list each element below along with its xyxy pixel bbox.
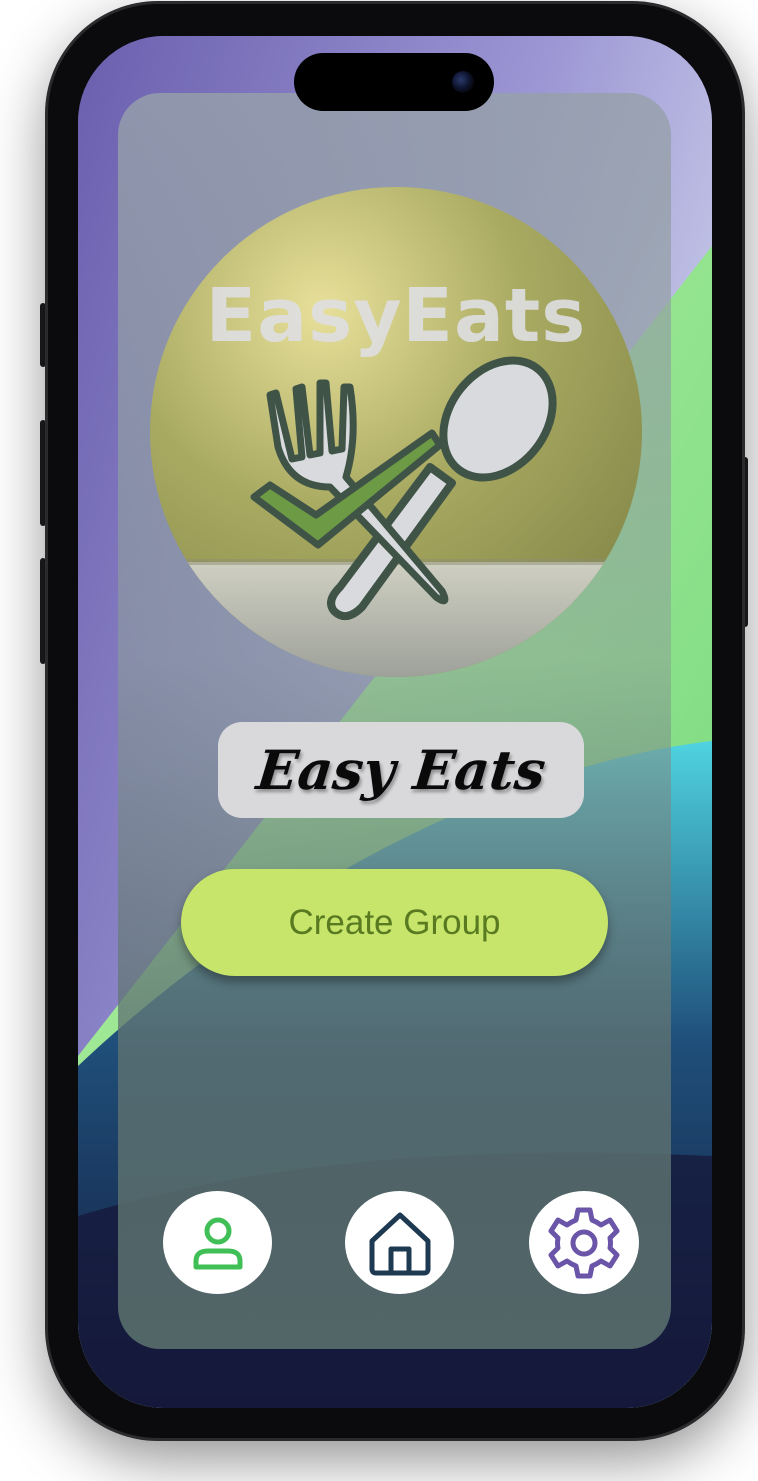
phone-mute-switch [40, 303, 46, 367]
phone-power-button [742, 457, 748, 627]
phone-volume-down [40, 558, 46, 664]
logo-graphic [150, 187, 642, 677]
front-camera [452, 71, 474, 93]
create-group-label: Create Group [288, 902, 501, 942]
device-mockup: EasyEats Easy Eats Create Group [0, 0, 758, 1481]
logo-wordmark: EasyEats [205, 273, 587, 359]
nav-profile-button[interactable] [163, 1191, 272, 1294]
nav-home-button[interactable] [345, 1191, 454, 1294]
app-name-text: Easy Eats [253, 738, 549, 802]
phone-volume-up [40, 420, 46, 526]
dynamic-island [294, 53, 494, 111]
gear-icon [548, 1207, 620, 1278]
person-icon [193, 1217, 242, 1269]
nav-settings-button[interactable] [529, 1191, 639, 1294]
home-icon [369, 1212, 430, 1275]
create-group-button[interactable]: Create Group [181, 869, 608, 976]
easyeats-logo: EasyEats [150, 187, 642, 677]
app-name-banner: Easy Eats [218, 722, 584, 818]
